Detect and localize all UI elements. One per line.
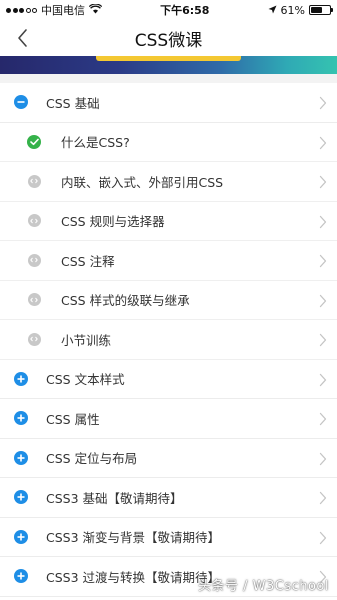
lesson-row[interactable]: CSS 规则与选择器 (0, 202, 337, 241)
chevron-right-icon (319, 215, 327, 228)
chapter-row[interactable]: CSS3 基础【敬请期待】 (0, 478, 337, 518)
lesson-status (27, 332, 41, 346)
watermark: 头条号 / W3Cschool (197, 579, 329, 594)
chapter-label: CSS 文本样式 (46, 372, 125, 388)
lesson-label: CSS 规则与选择器 (61, 214, 165, 230)
course-banner (0, 56, 337, 74)
status-left: 中国电信 (6, 2, 103, 18)
chevron-right-icon (319, 254, 327, 268)
lesson-label: CSS 注释 (61, 253, 115, 269)
lesson-label: CSS 样式的级联与继承 (61, 293, 190, 309)
chapter-toggle[interactable] (14, 371, 28, 386)
minus-circle-icon[interactable] (14, 95, 28, 110)
chapter-label: CSS3 基础【敬请期待】 (46, 490, 183, 506)
location-arrow-icon (268, 4, 277, 17)
chapter-label: CSS 属性 (46, 411, 100, 427)
chapter-toggle[interactable] (14, 411, 28, 426)
chapter-toggle[interactable] (14, 569, 28, 584)
chevron-right-icon (319, 333, 327, 347)
navigation-bar: CSS微课 (0, 20, 337, 56)
plus-circle-icon[interactable] (14, 569, 28, 584)
plus-circle-icon[interactable] (14, 529, 28, 544)
chapter-row[interactable]: CSS 基础 (0, 83, 337, 123)
lesson-status (27, 253, 41, 267)
plus-circle-icon[interactable] (14, 411, 28, 426)
plus-circle-icon[interactable] (14, 371, 28, 386)
battery-icon (308, 5, 333, 15)
chapter-toggle[interactable] (14, 95, 28, 110)
chevron-right-icon (319, 373, 327, 386)
lesson-status (27, 134, 41, 149)
lesson-status (27, 214, 41, 228)
lesson-row[interactable]: 什么是CSS? (0, 123, 337, 162)
chapter-toggle[interactable] (14, 450, 28, 465)
plus-circle-icon[interactable] (14, 450, 28, 465)
page-title: CSS微课 (134, 30, 203, 51)
lesson-row[interactable]: 小节训练 (0, 320, 337, 360)
battery-percent: 61% (280, 3, 305, 17)
section-divider (0, 74, 337, 83)
chevron-right-icon (319, 96, 327, 110)
lesson-row[interactable]: 内联、嵌入式、外部引用CSS (0, 162, 337, 202)
lesson-status (27, 293, 41, 307)
code-circle-icon (27, 214, 41, 228)
chapter-toggle[interactable] (14, 490, 28, 505)
lesson-status (27, 174, 41, 188)
chapter-list: CSS 基础什么是CSS? 内联、嵌入式、外部引用CSS CSS 规则与选择器 CSS… (0, 83, 337, 597)
status-time: 下午6:58 (160, 4, 210, 17)
chevron-right-icon (319, 294, 327, 307)
chapter-toggle[interactable] (14, 529, 28, 544)
chevron-right-icon (319, 531, 327, 544)
status-bar: 中国电信 下午6:58 61% (0, 0, 337, 20)
chevron-right-icon (319, 175, 327, 189)
code-circle-icon (27, 174, 41, 188)
lesson-row[interactable]: CSS 注释 (0, 241, 337, 281)
chevron-right-icon (319, 452, 327, 465)
wifi-icon (88, 2, 103, 17)
check-circle-icon (27, 134, 41, 149)
lesson-label: 什么是CSS? (61, 135, 130, 151)
lesson-row[interactable]: CSS 样式的级联与继承 (0, 281, 337, 320)
chapter-label: CSS 基础 (46, 95, 100, 111)
banner-highlight-tab (96, 56, 241, 61)
chapter-label: CSS 定位与布局 (46, 451, 138, 467)
code-circle-icon (27, 293, 41, 307)
lesson-label: 小节训练 (61, 332, 112, 348)
code-circle-icon (27, 253, 41, 267)
status-right: 61% (268, 3, 333, 17)
chapter-row[interactable]: CSS3 渐变与背景【敬请期待】 (0, 518, 337, 557)
signal-strength-icon (6, 7, 37, 13)
lesson-label: 内联、嵌入式、外部引用CSS (61, 174, 224, 190)
back-arrow-icon[interactable] (14, 27, 34, 49)
chapter-row[interactable]: CSS 定位与布局 (0, 439, 337, 478)
chevron-right-icon (319, 136, 327, 149)
battery-level (310, 7, 322, 13)
plus-circle-icon[interactable] (14, 490, 28, 505)
chapter-label: CSS3 渐变与背景【敬请期待】 (46, 530, 221, 546)
chevron-right-icon (319, 412, 327, 426)
chevron-right-icon (319, 491, 327, 505)
chapter-row[interactable]: CSS 文本样式 (0, 360, 337, 399)
code-circle-icon (27, 332, 41, 346)
carrier-name: 中国电信 (41, 4, 85, 17)
chapter-row[interactable]: CSS 属性 (0, 399, 337, 439)
